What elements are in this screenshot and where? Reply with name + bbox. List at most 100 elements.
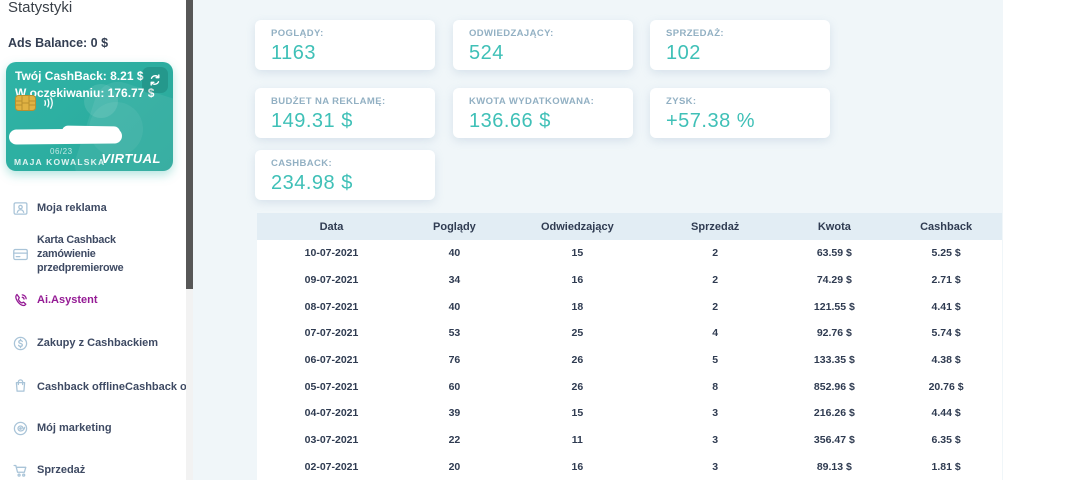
table-row: 02-07-2021 20 16 3 89.13 $ 1.81 $	[257, 453, 1002, 480]
card-expiry: 06/23	[50, 147, 73, 156]
sidebar-item-ai-asystent[interactable]: Ai.Asystent	[0, 283, 186, 317]
sidebar-item-sprzedaz[interactable]: Sprzedaż	[0, 453, 186, 480]
card-type-label: VIRTUAL	[101, 151, 161, 166]
main-content: POGLĄDY: 1163 ODWIEDZAJĄCY: 524 SPRZEDAŻ: 102…	[193, 0, 1003, 480]
card-number-redacted	[61, 125, 121, 139]
phone-assistant-icon	[11, 291, 29, 309]
table-cell: 2	[712, 274, 719, 287]
table-cell: 60	[448, 380, 461, 393]
marketing-spiral-icon	[11, 419, 29, 437]
stat-value: 102	[666, 42, 701, 64]
sidebar-item-label: Karta Cashback zamówienie przedpremierow…	[37, 234, 124, 274]
sidebar-item-karta-cashback[interactable]: Karta Cashback zamówienie przedpremierow…	[0, 234, 186, 274]
stat-card: CASHBACK: 234.98 $	[255, 150, 435, 200]
stat-value: 234.98 $	[271, 172, 353, 194]
table-row: 07-07-2021 53 25 4 92.76 $ 5.74 $	[257, 320, 1002, 347]
stat-value: +57.38 %	[666, 110, 756, 132]
stat-label: POGLĄDY:	[271, 28, 324, 39]
sidebar-item-cashback-offline[interactable]: Cashback offlineCashback offline*	[0, 368, 221, 402]
table-cell: 6.35 $	[931, 434, 961, 447]
ads-balance: Ads Balance: 0 $	[8, 36, 109, 50]
refresh-icon[interactable]	[142, 67, 168, 93]
table-cell: 216.26 $	[813, 407, 855, 420]
stat-label: ODWIEDZAJĄCY:	[469, 28, 554, 39]
sidebar-item-label: Zakupy z Cashbackiem	[37, 337, 159, 349]
sidebar-item-label: Sprzedaż	[37, 464, 86, 476]
table-cell: 04-07-2021	[304, 407, 359, 420]
sidebar-item-label: Moja reklama	[37, 202, 107, 214]
contactless-icon	[42, 96, 56, 110]
table-cell: 4	[712, 327, 719, 340]
table-cell: 5.74 $	[931, 327, 961, 340]
stat-value: 136.66 $	[469, 110, 551, 132]
table-cell: 39	[448, 407, 461, 420]
table-row: 08-07-2021 40 18 2 121.55 $ 4.41 $	[257, 293, 1002, 321]
column-header: Cashback	[920, 220, 973, 233]
table-cell: 22	[448, 434, 461, 447]
column-header: Sprzedaż	[691, 220, 740, 233]
table-cell: 25	[571, 327, 584, 340]
scrollbar-thumb[interactable]	[186, 0, 193, 289]
stat-card: POGLĄDY: 1163	[255, 20, 435, 70]
sidebar-item-moj-marketing[interactable]: Mój marketing	[0, 411, 186, 445]
table-row: 03-07-2021 22 11 3 356.47 $ 6.35 $	[257, 426, 1002, 454]
sidebar-item-label: Mój marketing	[37, 422, 112, 434]
stat-value: 149.31 $	[271, 110, 353, 132]
table-row: 06-07-2021 76 26 5 133.35 $ 4.38 $	[257, 346, 1002, 374]
table-cell: 11	[571, 434, 583, 447]
table-cell: 2.71 $	[931, 274, 961, 287]
table-body: 10-07-2021 40 15 2 63.59 $5.25 $09-07-2021 34…	[257, 240, 1002, 480]
stat-value: 1163	[271, 42, 317, 64]
table-row: 10-07-2021 40 15 2 63.59 $ 5.25 $	[257, 240, 1002, 267]
sidebar-scrollbar[interactable]	[186, 0, 193, 480]
column-header: Data	[319, 220, 344, 233]
column-header: Poglądy	[433, 220, 476, 233]
table-cell: 20.76 $	[928, 380, 964, 393]
table-cell: 26	[571, 354, 584, 367]
table-cell: 16	[571, 460, 584, 473]
stat-card: BUDŻET NA REKLAMĘ: 149.31 $	[255, 88, 435, 138]
statistics-table: Data Poglądy Odwiedzający Sprzedaż Kwota Cash…	[257, 213, 1002, 480]
table-cell: 4.44 $	[931, 407, 961, 420]
shopping-bag-icon	[11, 376, 29, 394]
table-cell: 40	[448, 300, 461, 313]
sidebar-item-moja-reklama[interactable]: Moja reklama	[0, 191, 186, 225]
table-cell: 3	[712, 407, 719, 420]
table-cell: 2	[712, 300, 719, 313]
table-cell: 3	[712, 460, 719, 473]
app-root: Statystyki Ads Balance: 0 $ Twój CashBac…	[0, 0, 1080, 480]
table-cell: 5.25 $	[931, 247, 961, 260]
sidebar: Statystyki Ads Balance: 0 $ Twój CashBac…	[0, 0, 221, 480]
table-cell: 08-07-2021	[304, 300, 359, 313]
stat-card: ZYSK: +57.38 %	[650, 88, 830, 138]
cart-icon	[11, 461, 29, 479]
table-cell: 40	[448, 247, 461, 260]
credit-card-icon	[11, 245, 29, 263]
column-header: Kwota	[817, 220, 851, 233]
table-cell: 05-07-2021	[304, 380, 359, 393]
table-cell: 20	[448, 460, 461, 473]
sidebar-item-label: Ai.Asystent	[37, 294, 98, 306]
stat-label: BUDŻET NA REKLAMĘ:	[271, 96, 386, 107]
table-cell: 852.96 $	[813, 380, 855, 393]
table-cell: 2	[712, 247, 719, 260]
table-cell: 76	[448, 354, 461, 367]
dollar-circle-icon	[11, 334, 29, 352]
stat-card: ODWIEDZAJĄCY: 524	[453, 20, 633, 70]
sidebar-item-zakupy-z-cashbackiem[interactable]: Zakupy z Cashbackiem	[0, 326, 186, 360]
stat-label: ZYSK:	[666, 96, 697, 107]
table-row: 05-07-2021 60 26 8 852.96 $ 20.76 $	[257, 373, 1002, 401]
card-chip-icon	[15, 95, 36, 111]
table-cell: 16	[571, 274, 584, 287]
stat-label: CASHBACK:	[271, 158, 333, 169]
stat-card: KWOTA WYDATKOWANA: 136.66 $	[453, 88, 633, 138]
table-cell: 26	[571, 380, 584, 393]
table-cell: 02-07-2021	[304, 460, 359, 473]
table-cell: 15	[571, 407, 584, 420]
table-row: 04-07-2021 39 15 3 216.26 $ 4.44 $	[257, 400, 1002, 427]
table-cell: 34	[448, 274, 461, 287]
table-cell: 53	[448, 327, 461, 340]
table-cell: 133.35 $	[813, 354, 855, 367]
table-cell: 06-07-2021	[304, 354, 359, 367]
page-title: Statystyki	[8, 0, 73, 16]
